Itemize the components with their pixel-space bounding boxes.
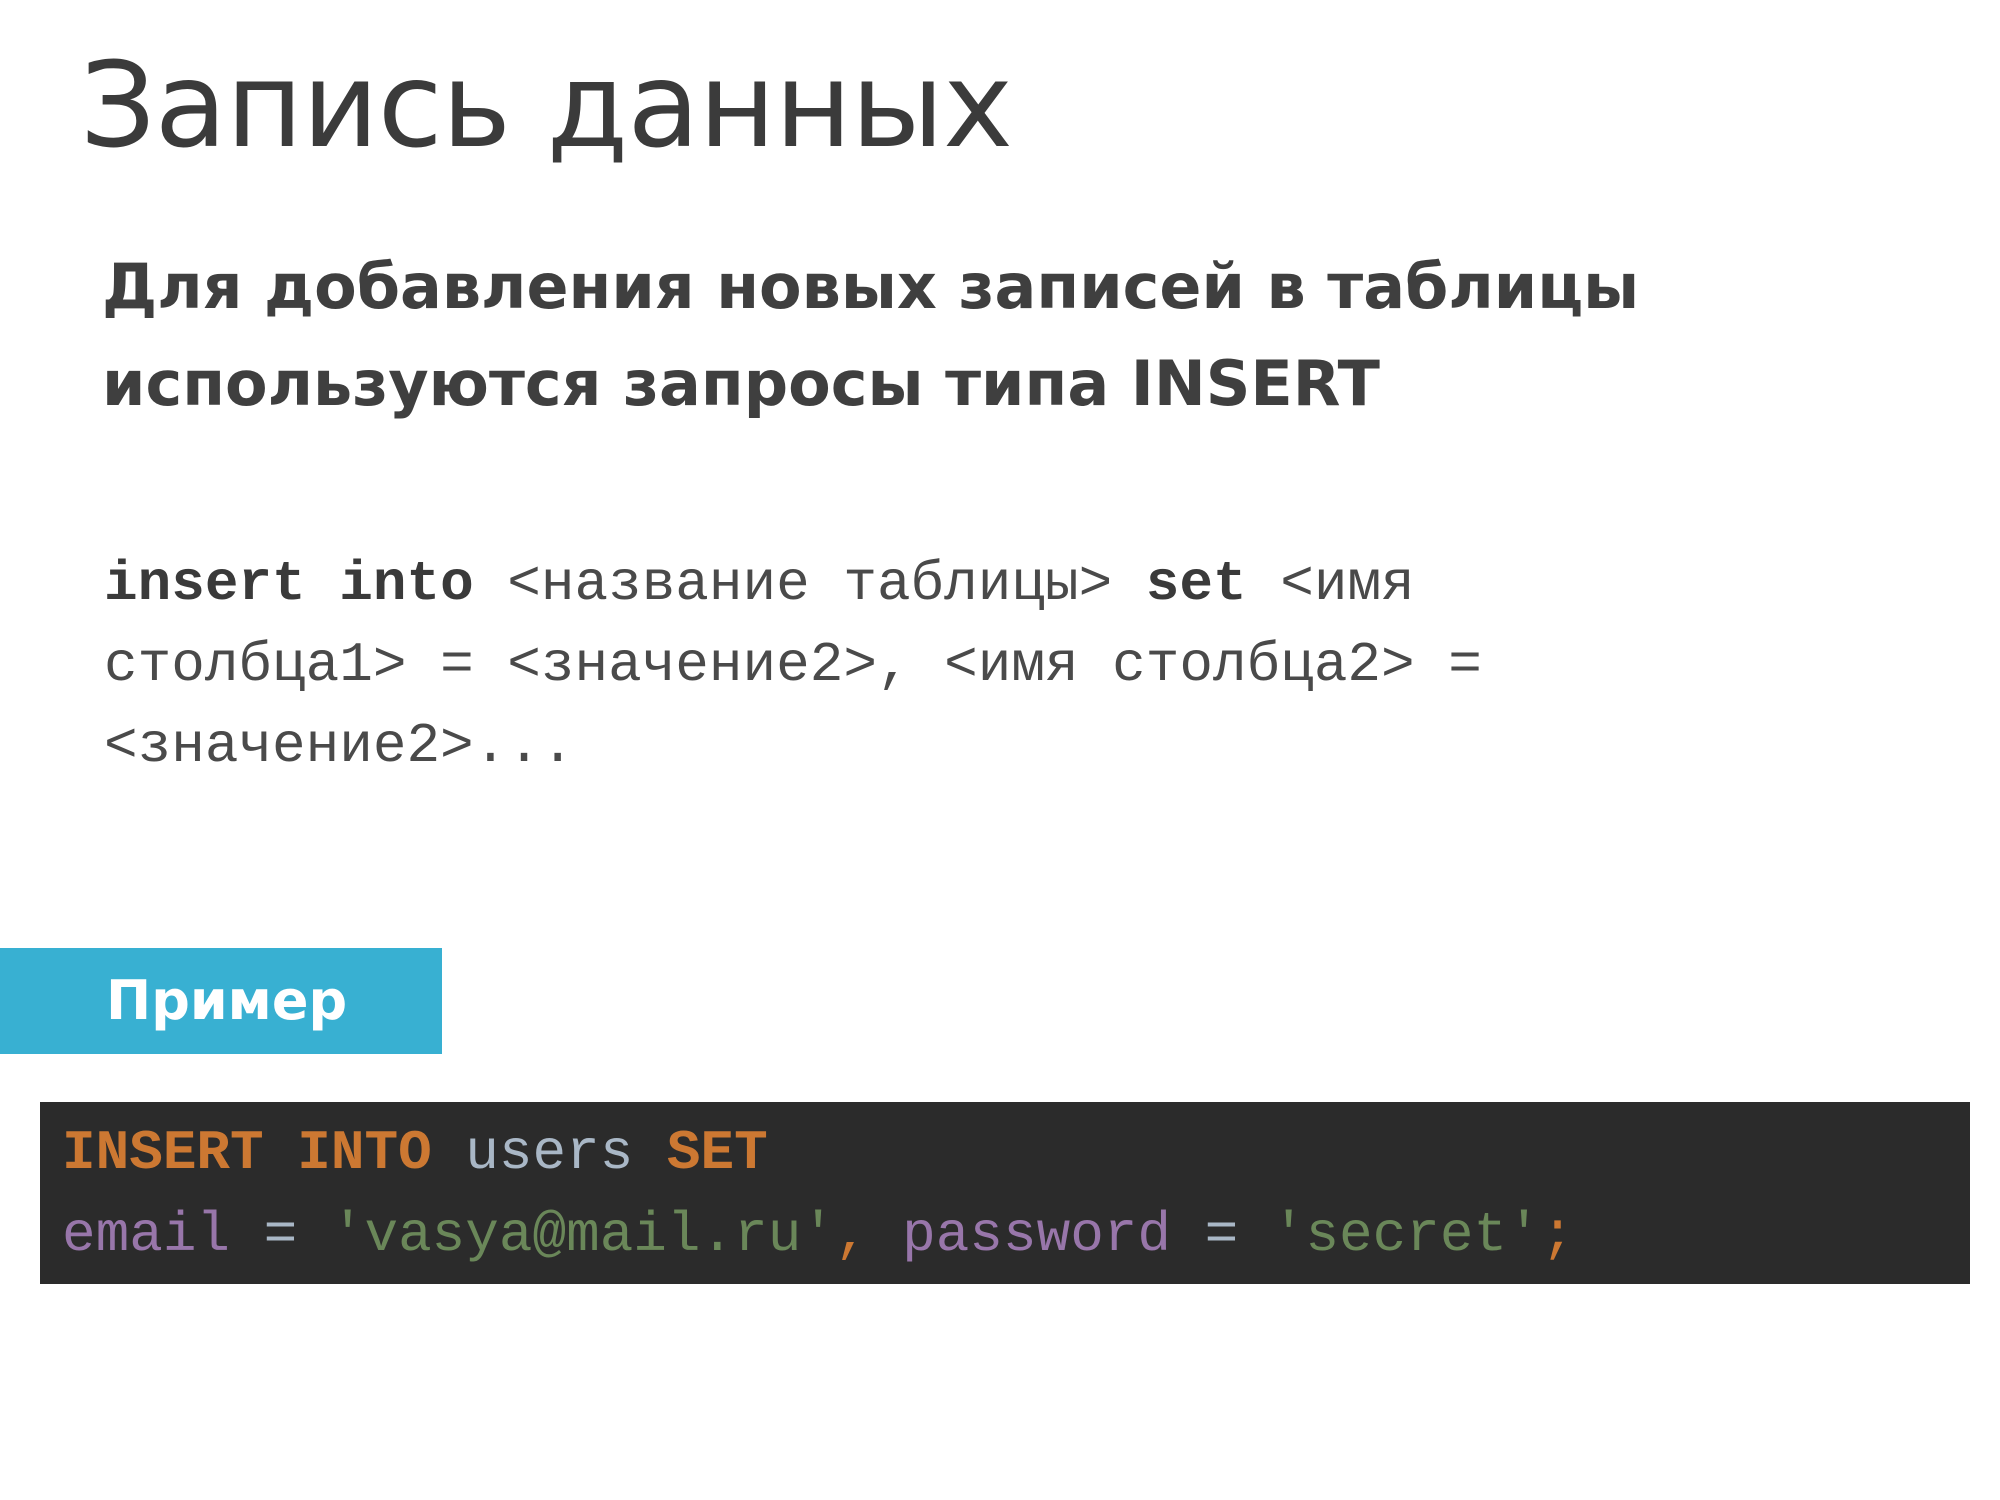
example-tab: Пример xyxy=(0,948,442,1054)
syntax-keyword-insert: insert xyxy=(104,552,306,616)
code-line-1: INSERT INTO users SET xyxy=(62,1112,1574,1194)
syntax-equals-1: = xyxy=(440,633,474,697)
code-table-name: users xyxy=(465,1121,634,1185)
code-keyword-into: INTO xyxy=(297,1121,432,1185)
slide-title: Запись данных xyxy=(80,36,1013,174)
example-code-block: INSERT INTO users SET email = 'vasya@mai… xyxy=(40,1102,1970,1284)
syntax-keyword-into: into xyxy=(339,552,474,616)
example-code: INSERT INTO users SET email = 'vasya@mai… xyxy=(62,1112,1574,1276)
syntax-keyword-set: set xyxy=(1145,552,1247,616)
code-equals-2: = xyxy=(1204,1203,1239,1267)
syntax-column2-placeholder: <имя столбца2> xyxy=(944,633,1415,697)
code-value-email: 'vasya@mail.ru' xyxy=(330,1203,835,1267)
code-comma: , xyxy=(834,1203,869,1267)
code-value-password: 'secret' xyxy=(1271,1203,1541,1267)
syntax-table-placeholder: <название таблицы> xyxy=(507,552,1113,616)
syntax-column1-part-a: <имя xyxy=(1280,552,1415,616)
syntax-line-3: <значение2>... xyxy=(104,706,1904,787)
example-tab-label: Пример xyxy=(106,969,348,1032)
code-field-email: email xyxy=(62,1203,231,1267)
code-field-password: password xyxy=(902,1203,1172,1267)
syntax-equals-2: = xyxy=(1448,633,1482,697)
syntax-column1-part-b: столбца1> xyxy=(104,633,407,697)
syntax-line-1: insert into <название таблицы> set <имя xyxy=(104,544,1904,625)
subtitle-line-1: Для добавления новых записей в таблицы xyxy=(102,250,1640,323)
slide-subtitle: Для добавления новых записей в таблицы и… xyxy=(102,238,1702,432)
syntax-template: insert into <название таблицы> set <имя … xyxy=(104,544,1904,787)
syntax-value2-placeholder: <значение2>... xyxy=(104,714,575,778)
code-semicolon: ; xyxy=(1540,1203,1575,1267)
code-keyword-insert: INSERT xyxy=(62,1121,264,1185)
syntax-value1-placeholder: <значение2>, xyxy=(507,633,911,697)
subtitle-line-2: используются запросы типа INSERT xyxy=(102,347,1380,420)
syntax-line-2: столбца1> = <значение2>, <имя столбца2> … xyxy=(104,625,1904,706)
code-equals-1: = xyxy=(263,1203,298,1267)
code-line-2: email = 'vasya@mail.ru', password = 'sec… xyxy=(62,1194,1574,1276)
code-keyword-set: SET xyxy=(666,1121,768,1185)
